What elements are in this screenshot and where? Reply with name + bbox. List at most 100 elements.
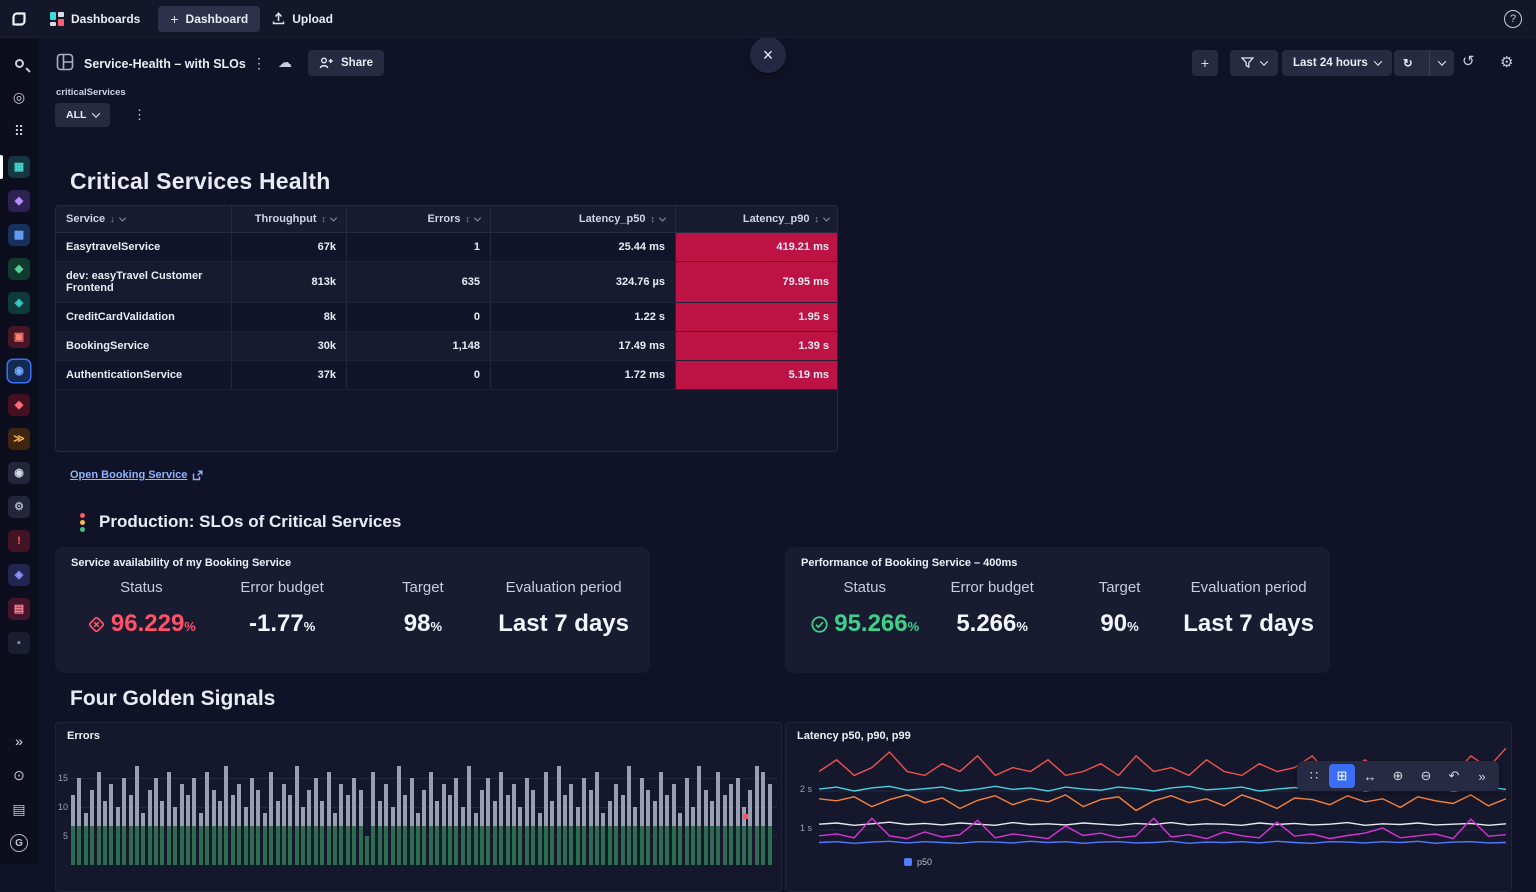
bar <box>589 790 593 865</box>
bar <box>346 795 350 865</box>
bar <box>135 766 139 865</box>
slo-card-availability[interactable]: Service availability of my Booking Servi… <box>55 547 650 673</box>
bar <box>678 813 682 865</box>
slo-error-budget-value: 5.266% <box>928 610 1055 638</box>
app-distributed-tracing[interactable]: ≫ <box>0 422 38 456</box>
app-settings[interactable]: ⚙ <box>0 490 38 524</box>
topbar-dashboards[interactable]: Dashboards <box>38 0 152 38</box>
observability-hub[interactable]: ◎ <box>0 80 38 114</box>
topbar-dashboard-tab[interactable]: + Dashboard <box>158 6 260 32</box>
bar <box>109 784 113 865</box>
reset-zoom-icon[interactable]: ↶ <box>1441 764 1467 788</box>
pan-horizontal-icon[interactable]: ↔ <box>1357 764 1383 788</box>
help-icon[interactable]: ? <box>1504 10 1522 28</box>
drag-handle-icon[interactable]: ∷ <box>1301 764 1327 788</box>
app-logs[interactable]: ▤ <box>0 592 38 626</box>
bar-base-segment <box>160 826 164 865</box>
app-infrastructure-icon: ◆ <box>8 258 30 280</box>
table-row[interactable]: dev: easyTravel Customer Frontend813k635… <box>56 262 837 303</box>
bar-base-segment <box>742 826 746 865</box>
col-header-throughput[interactable]: Throughput ↕ <box>232 206 347 232</box>
col-header-latency-p50[interactable]: Latency_p50 ↕ <box>491 206 676 232</box>
app-session-replay[interactable]: ◉ <box>0 354 38 388</box>
app-more[interactable]: ▪ <box>0 626 38 660</box>
app-problems-icon: ! <box>8 530 30 552</box>
rail-bottom-group: »⊙▤G <box>0 724 38 860</box>
zoom-in-icon[interactable]: ⊕ <box>1385 764 1411 788</box>
gear-icon[interactable]: ⚙ <box>1500 53 1513 71</box>
errors-threshold-marker <box>743 814 748 819</box>
account[interactable]: ⊙ <box>0 758 38 792</box>
usage[interactable]: ▤ <box>0 792 38 826</box>
open-booking-service-link[interactable]: Open Booking Service <box>70 469 203 481</box>
bar <box>205 772 209 865</box>
app-services[interactable]: ◈ <box>0 286 38 320</box>
app-more-icon: ▪ <box>8 632 30 654</box>
variable-value-dropdown[interactable]: ALL <box>55 103 110 127</box>
sort-icon: ↕ <box>466 214 471 224</box>
section-title-critical-services: Critical Services Health <box>70 168 330 195</box>
bar <box>320 801 324 865</box>
legend-item[interactable]: p50 <box>904 857 932 867</box>
sort-desc-icon: ↓ <box>110 214 115 224</box>
variable-kebab-icon[interactable]: ⋮ <box>133 107 146 123</box>
bar <box>640 778 644 865</box>
bar-base-segment <box>282 826 286 865</box>
app-infrastructure[interactable]: ◆ <box>0 252 38 286</box>
errors-chart-title: Errors <box>67 730 100 742</box>
bar <box>295 766 299 865</box>
app-problems[interactable]: ! <box>0 524 38 558</box>
series-p50 <box>819 841 1506 843</box>
filter-button[interactable] <box>1230 50 1278 76</box>
bar-base-segment <box>276 826 280 865</box>
bar-base-segment <box>595 826 599 865</box>
topbar-upload-label: Upload <box>292 12 333 26</box>
apps-grid[interactable]: ⠿ <box>0 114 38 148</box>
errors-chart-panel[interactable]: Errors 15 10 5 <box>55 722 782 892</box>
bar-base-segment <box>454 826 458 865</box>
share-button[interactable]: Share <box>308 50 384 76</box>
bar-base-segment <box>371 826 375 865</box>
zoom-out-icon[interactable]: ⊖ <box>1413 764 1439 788</box>
bar <box>288 795 292 865</box>
dynatrace-logo[interactable] <box>0 9 38 29</box>
app-synthetic[interactable]: ◉ <box>0 456 38 490</box>
table-row[interactable]: CreditCardValidation8k01.22 s1.95 s <box>56 303 837 332</box>
refresh-menu-button[interactable] <box>1429 50 1454 76</box>
grail[interactable]: G <box>0 826 38 860</box>
more-tools-icon[interactable]: » <box>1469 764 1495 788</box>
app-clouds[interactable]: ▦ <box>0 218 38 252</box>
close-button[interactable]: × <box>750 37 786 73</box>
bar-base-segment <box>129 826 133 865</box>
refresh-button[interactable]: ↻ <box>1394 50 1422 76</box>
app-databases[interactable]: ▣ <box>0 320 38 354</box>
box-zoom-icon[interactable]: ⊞ <box>1329 764 1355 788</box>
latency-chart-panel[interactable]: Latency p50, p90, p99 2 s 1 s ∷⊞↔⊕⊖↶» p5… <box>785 722 1512 892</box>
bar <box>148 790 152 865</box>
expand-rail[interactable]: » <box>0 724 38 758</box>
topbar-upload[interactable]: Upload <box>260 0 345 38</box>
cloud-sync-icon[interactable]: ☁ <box>278 54 292 71</box>
time-range-button[interactable]: Last 24 hours <box>1282 50 1392 76</box>
bar-base-segment <box>729 826 733 865</box>
app-notebooks[interactable]: ◈ <box>0 558 38 592</box>
title-kebab-icon[interactable]: ⋮ <box>252 55 266 72</box>
app-kubernetes[interactable]: ◆ <box>0 184 38 218</box>
bar <box>448 795 452 865</box>
table-row[interactable]: EasytravelService67k125.44 ms419.21 ms <box>56 233 837 262</box>
add-tile-button[interactable]: + <box>1192 50 1218 76</box>
bar <box>199 813 203 865</box>
dashboards-app[interactable]: ▦ <box>0 150 38 184</box>
y-tick: 1 s <box>788 823 812 833</box>
col-header-errors[interactable]: Errors ↕ <box>347 206 491 232</box>
table-row[interactable]: BookingService30k1,14817.49 ms1.39 s <box>56 332 837 361</box>
latency-legend: p50 <box>904 857 932 867</box>
bar-base-segment <box>288 826 292 865</box>
search[interactable] <box>0 46 38 80</box>
col-header-latency-p90[interactable]: Latency_p90 ↕ <box>676 206 838 232</box>
version-history-icon[interactable]: ↺ <box>1462 52 1475 70</box>
slo-card-performance[interactable]: Performance of Booking Service – 400ms S… <box>785 547 1330 673</box>
app-security[interactable]: ◆ <box>0 388 38 422</box>
col-header-service[interactable]: Service ↓ <box>56 206 232 232</box>
table-row[interactable]: AuthenticationService37k01.72 ms5.19 ms <box>56 361 837 390</box>
